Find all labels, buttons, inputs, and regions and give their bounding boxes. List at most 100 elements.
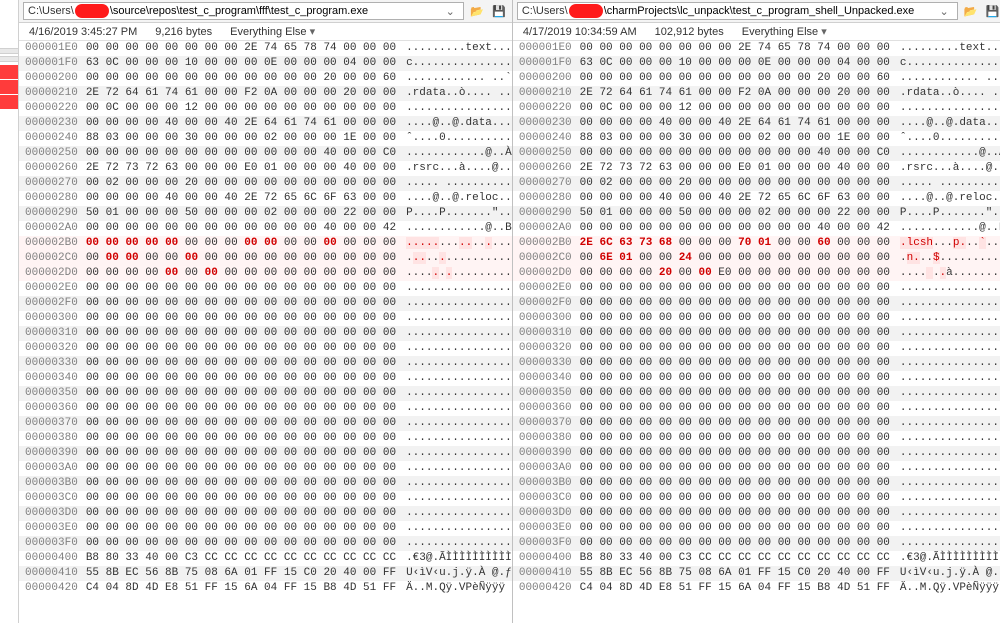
hex-row[interactable]: 0000031000 00 00 00 00 00 00 00 00 00 00… bbox=[19, 326, 512, 341]
hex-row[interactable]: 000002F000 00 00 00 00 00 00 00 00 00 00… bbox=[19, 296, 512, 311]
hex-row[interactable]: 000001F063 0C 00 00 00 10 00 00 00 0E 00… bbox=[19, 56, 512, 71]
hex-row[interactable]: 000003C000 00 00 00 00 00 00 00 00 00 00… bbox=[513, 491, 1000, 506]
hex-row[interactable]: 0000035000 00 00 00 00 00 00 00 00 00 00… bbox=[19, 386, 512, 401]
hex-row[interactable]: 0000036000 00 00 00 00 00 00 00 00 00 00… bbox=[19, 401, 512, 416]
hex-row[interactable]: 0000030000 00 00 00 00 00 00 00 00 00 00… bbox=[513, 311, 1000, 326]
hex-row[interactable]: 0000027000 02 00 00 00 20 00 00 00 00 00… bbox=[19, 176, 512, 191]
hex-row[interactable]: 000002102E 72 64 61 74 61 00 00 F2 0A 00… bbox=[513, 86, 1000, 101]
hex-row[interactable]: 000002B000 00 00 00 00 00 00 00 00 00 00… bbox=[19, 236, 512, 251]
hex-row[interactable]: 0000041055 8B EC 56 8B 75 08 6A 01 FF 15… bbox=[513, 566, 1000, 581]
hex-row[interactable]: 0000037000 00 00 00 00 00 00 00 00 00 00… bbox=[19, 416, 512, 431]
hex-row[interactable]: 000003D000 00 00 00 00 00 00 00 00 00 00… bbox=[513, 506, 1000, 521]
hex-row[interactable]: 00000420C4 04 8D 4D E8 51 FF 15 6A 04 FF… bbox=[513, 581, 1000, 596]
hex-row[interactable]: 0000029050 01 00 00 00 50 00 00 00 02 00… bbox=[19, 206, 512, 221]
hex-row[interactable]: 00000400B8 80 33 40 00 C3 CC CC CC CC CC… bbox=[513, 551, 1000, 566]
right-hexview[interactable]: 000001E000 00 00 00 00 00 00 00 2E 74 65… bbox=[513, 41, 1000, 623]
hex-row[interactable]: 0000030000 00 00 00 00 00 00 00 00 00 00… bbox=[19, 311, 512, 326]
hex-row[interactable]: 00000400B8 80 33 40 00 C3 CC CC CC CC CC… bbox=[19, 551, 512, 566]
hex-row[interactable]: 000003E000 00 00 00 00 00 00 00 00 00 00… bbox=[19, 521, 512, 536]
hex-row[interactable]: 0000035000 00 00 00 00 00 00 00 00 00 00… bbox=[513, 386, 1000, 401]
hex-row[interactable]: 000003D000 00 00 00 00 00 00 00 00 00 00… bbox=[19, 506, 512, 521]
hex-row[interactable]: 000002C000 00 00 00 00 00 00 00 00 00 00… bbox=[19, 251, 512, 266]
ascii: ............@..B bbox=[396, 221, 512, 236]
gutter-collapsed[interactable] bbox=[0, 56, 18, 62]
chevron-down-icon[interactable]: ⌄ bbox=[935, 5, 952, 18]
hex-row[interactable]: 000003B000 00 00 00 00 00 00 00 00 00 00… bbox=[19, 476, 512, 491]
hex-row[interactable]: 0000033000 00 00 00 00 00 00 00 00 00 00… bbox=[19, 356, 512, 371]
hex-row[interactable]: 000003A000 00 00 00 00 00 00 00 00 00 00… bbox=[513, 461, 1000, 476]
right-path-combo[interactable]: C:\Users\ ⌄ bbox=[517, 2, 958, 20]
redacted-username bbox=[569, 4, 603, 18]
hex-row[interactable]: 000003F000 00 00 00 00 00 00 00 00 00 00… bbox=[513, 536, 1000, 551]
hex-row[interactable]: 000001E000 00 00 00 00 00 00 00 2E 74 65… bbox=[19, 41, 512, 56]
hex-row[interactable]: 0000032000 00 00 00 00 00 00 00 00 00 00… bbox=[513, 341, 1000, 356]
left-hexview[interactable]: 000001E000 00 00 00 00 00 00 00 2E 74 65… bbox=[19, 41, 512, 623]
left-filter-dropdown[interactable]: Everything Else bbox=[230, 25, 315, 38]
hex-row[interactable]: 0000022000 0C 00 00 00 12 00 00 00 00 00… bbox=[19, 101, 512, 116]
hex-row[interactable]: 000001F063 0C 00 00 00 10 00 00 00 0E 00… bbox=[513, 56, 1000, 71]
hex-row[interactable]: 0000034000 00 00 00 00 00 00 00 00 00 00… bbox=[513, 371, 1000, 386]
hex-row[interactable]: 000002E000 00 00 00 00 00 00 00 00 00 00… bbox=[19, 281, 512, 296]
save-icon[interactable]: 💾 bbox=[490, 2, 508, 20]
hex-row[interactable]: 0000024088 03 00 00 00 30 00 00 00 02 00… bbox=[513, 131, 1000, 146]
hex-row[interactable]: 0000036000 00 00 00 00 00 00 00 00 00 00… bbox=[513, 401, 1000, 416]
right-path-input[interactable] bbox=[604, 5, 936, 17]
hex-row[interactable]: 0000032000 00 00 00 00 00 00 00 00 00 00… bbox=[19, 341, 512, 356]
hex-row[interactable]: 000003B000 00 00 00 00 00 00 00 00 00 00… bbox=[513, 476, 1000, 491]
hex-row[interactable]: 0000031000 00 00 00 00 00 00 00 00 00 00… bbox=[513, 326, 1000, 341]
hex-row[interactable]: 0000038000 00 00 00 00 00 00 00 00 00 00… bbox=[513, 431, 1000, 446]
offset: 00000310 bbox=[513, 326, 580, 341]
hex-row[interactable]: 0000029050 01 00 00 00 50 00 00 00 02 00… bbox=[513, 206, 1000, 221]
hex-row[interactable]: 0000020000 00 00 00 00 00 00 00 00 00 00… bbox=[19, 71, 512, 86]
gutter-collapsed[interactable] bbox=[0, 48, 18, 54]
hex-row[interactable]: 000002A000 00 00 00 00 00 00 00 00 00 00… bbox=[19, 221, 512, 236]
hex-row[interactable]: 000002D000 00 00 00 00 00 00 00 00 00 00… bbox=[19, 266, 512, 281]
hex-row[interactable]: 0000025000 00 00 00 00 00 00 00 00 00 00… bbox=[19, 146, 512, 161]
hex-row[interactable]: 0000024088 03 00 00 00 30 00 00 00 02 00… bbox=[19, 131, 512, 146]
chevron-down-icon[interactable]: ⌄ bbox=[442, 5, 459, 18]
hex-row[interactable]: 000002D000 00 00 00 20 00 00 E0 00 00 00… bbox=[513, 266, 1000, 281]
hex-row[interactable]: 0000034000 00 00 00 00 00 00 00 00 00 00… bbox=[19, 371, 512, 386]
gutter-diff-mark[interactable] bbox=[0, 95, 18, 109]
gutter-diff-mark[interactable] bbox=[0, 80, 18, 94]
left-path-combo[interactable]: C:\Users\ ⌄ bbox=[23, 2, 464, 20]
hex-row[interactable]: 00000420C4 04 8D 4D E8 51 FF 15 6A 04 FF… bbox=[19, 581, 512, 596]
hex-row[interactable]: 0000038000 00 00 00 00 00 00 00 00 00 00… bbox=[19, 431, 512, 446]
gutter-diff-mark[interactable] bbox=[0, 65, 18, 79]
right-filter-dropdown[interactable]: Everything Else bbox=[742, 25, 827, 38]
hex-row[interactable]: 0000033000 00 00 00 00 00 00 00 00 00 00… bbox=[513, 356, 1000, 371]
hex-row[interactable]: 000003E000 00 00 00 00 00 00 00 00 00 00… bbox=[513, 521, 1000, 536]
hex-row[interactable]: 000002C000 6E 01 00 00 24 00 00 00 00 00… bbox=[513, 251, 1000, 266]
hex-row[interactable]: 000003F000 00 00 00 00 00 00 00 00 00 00… bbox=[19, 536, 512, 551]
hex-bytes: 00 00 00 00 40 00 00 40 2E 72 65 6C 6F 6… bbox=[86, 191, 396, 206]
hex-row[interactable]: 0000023000 00 00 00 40 00 00 40 2E 64 61… bbox=[19, 116, 512, 131]
hex-row[interactable]: 000002F000 00 00 00 00 00 00 00 00 00 00… bbox=[513, 296, 1000, 311]
open-folder-icon[interactable]: 📂 bbox=[962, 2, 980, 20]
hex-row[interactable]: 0000020000 00 00 00 00 00 00 00 00 00 00… bbox=[513, 71, 1000, 86]
open-folder-icon[interactable]: 📂 bbox=[468, 2, 486, 20]
hex-row[interactable]: 000003C000 00 00 00 00 00 00 00 00 00 00… bbox=[19, 491, 512, 506]
save-icon[interactable]: 💾 bbox=[984, 2, 1000, 20]
hex-row[interactable]: 000002102E 72 64 61 74 61 00 00 F2 0A 00… bbox=[19, 86, 512, 101]
hex-bytes: 00 00 00 00 40 00 00 40 2E 64 61 74 61 0… bbox=[580, 116, 890, 131]
hex-row[interactable]: 000002A000 00 00 00 00 00 00 00 00 00 00… bbox=[513, 221, 1000, 236]
hex-bytes: 00 00 00 00 00 00 00 00 00 00 00 00 00 0… bbox=[86, 461, 396, 476]
hex-row[interactable]: 0000028000 00 00 00 40 00 00 40 2E 72 65… bbox=[513, 191, 1000, 206]
hex-row[interactable]: 000003A000 00 00 00 00 00 00 00 00 00 00… bbox=[19, 461, 512, 476]
hex-row[interactable]: 0000025000 00 00 00 00 00 00 00 00 00 00… bbox=[513, 146, 1000, 161]
hex-row[interactable]: 000002E000 00 00 00 00 00 00 00 00 00 00… bbox=[513, 281, 1000, 296]
hex-row[interactable]: 0000022000 0C 00 00 00 12 00 00 00 00 00… bbox=[513, 101, 1000, 116]
hex-row[interactable]: 0000027000 02 00 00 00 20 00 00 00 00 00… bbox=[513, 176, 1000, 191]
left-path-input[interactable] bbox=[110, 5, 442, 17]
hex-row[interactable]: 000002602E 72 73 72 63 00 00 00 E0 01 00… bbox=[513, 161, 1000, 176]
ascii: ................ bbox=[396, 461, 512, 476]
hex-row[interactable]: 000001E000 00 00 00 00 00 00 00 2E 74 65… bbox=[513, 41, 1000, 56]
hex-row[interactable]: 000002B02E 6C 63 73 68 00 00 00 70 01 00… bbox=[513, 236, 1000, 251]
hex-row[interactable]: 0000028000 00 00 00 40 00 00 40 2E 72 65… bbox=[19, 191, 512, 206]
hex-row[interactable]: 000002602E 72 73 72 63 00 00 00 E0 01 00… bbox=[19, 161, 512, 176]
hex-row[interactable]: 0000039000 00 00 00 00 00 00 00 00 00 00… bbox=[19, 446, 512, 461]
hex-row[interactable]: 0000023000 00 00 00 40 00 00 40 2E 64 61… bbox=[513, 116, 1000, 131]
hex-row[interactable]: 0000041055 8B EC 56 8B 75 08 6A 01 FF 15… bbox=[19, 566, 512, 581]
hex-row[interactable]: 0000037000 00 00 00 00 00 00 00 00 00 00… bbox=[513, 416, 1000, 431]
hex-row[interactable]: 0000039000 00 00 00 00 00 00 00 00 00 00… bbox=[513, 446, 1000, 461]
